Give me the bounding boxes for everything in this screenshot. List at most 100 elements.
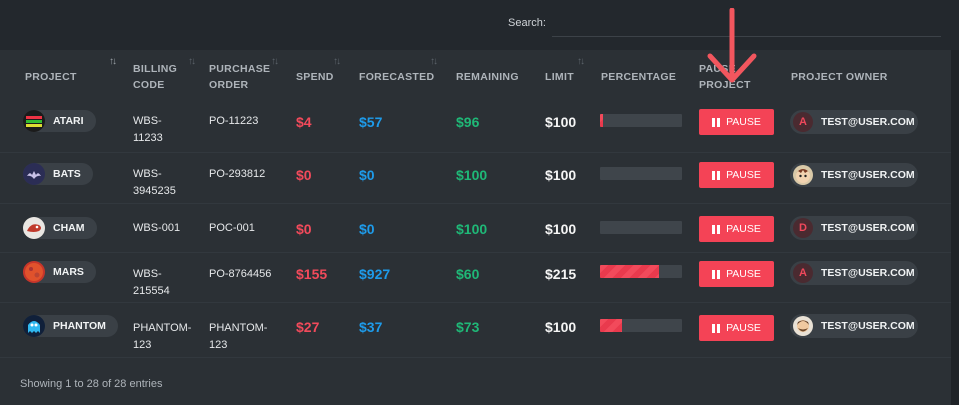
- remaining-value: $60: [456, 266, 480, 282]
- pause-button[interactable]: PAUSE: [699, 162, 774, 188]
- billing-code: WBS-001: [133, 222, 181, 234]
- limit-value: $100: [545, 221, 577, 237]
- col-project[interactable]: PROJECT: [25, 69, 77, 85]
- owner-avatar: D: [793, 218, 813, 238]
- row-divider: [0, 152, 951, 153]
- remaining-value: $73: [456, 319, 480, 335]
- atari-game-icon: [23, 110, 45, 132]
- remaining-value: $96: [456, 114, 480, 130]
- col-purchase-order[interactable]: PURCHASE ORDER: [209, 61, 270, 93]
- billing-code: WBS- 215554: [133, 268, 170, 297]
- owner-email: TEST@USER.COM: [821, 169, 915, 181]
- forecasted-value: $0: [359, 167, 375, 183]
- percentage-fill: [600, 265, 660, 278]
- owner-pill[interactable]: TEST@USER.COM: [790, 163, 918, 187]
- limit-value: $100: [545, 167, 577, 183]
- owner-email: TEST@USER.COM: [821, 116, 915, 128]
- limit-value: $100: [545, 319, 577, 335]
- project-pill[interactable]: ATARI: [23, 110, 96, 132]
- percentage-bar: [600, 221, 682, 234]
- percentage-fill: [600, 319, 623, 332]
- cartoon-face-avatar: [793, 165, 813, 185]
- project-name: MARS: [53, 266, 84, 278]
- col-billing-code[interactable]: BILLING CODE: [133, 61, 177, 93]
- project-name: ATARI: [53, 115, 84, 127]
- owner-email: TEST@USER.COM: [821, 320, 915, 332]
- sort-icon[interactable]: ↑↓: [333, 56, 341, 67]
- search-bar: Search:: [0, 0, 959, 50]
- sort-asc-icon[interactable]: ↑↓: [109, 56, 117, 67]
- sort-icon[interactable]: ↑↓: [271, 56, 279, 67]
- percentage-bar: [600, 265, 682, 278]
- forecasted-value: $927: [359, 266, 391, 282]
- forecasted-value: $0: [359, 221, 375, 237]
- pause-button[interactable]: PAUSE: [699, 261, 774, 287]
- purchase-order: PO-293812: [209, 168, 266, 180]
- col-percentage[interactable]: PERCENTAGE: [601, 69, 676, 85]
- sort-icon[interactable]: ↑↓: [188, 56, 196, 67]
- billing-code: WBS- 11233: [133, 115, 163, 144]
- bat-icon: [23, 163, 45, 185]
- down-arrow-icon: [707, 8, 757, 83]
- ghost-icon: [23, 315, 45, 337]
- col-limit[interactable]: LIMIT: [545, 69, 574, 85]
- project-pill[interactable]: BATS: [23, 163, 93, 185]
- pause-icon: [712, 117, 721, 127]
- spend-value: $0: [296, 221, 312, 237]
- col-project-owner[interactable]: PROJECT OWNER: [791, 69, 888, 85]
- pause-icon: [712, 170, 721, 180]
- limit-value: $215: [545, 266, 577, 282]
- billing-code: PHANTOM- 123: [133, 322, 192, 351]
- scrollbar[interactable]: [951, 50, 959, 405]
- owner-email: TEST@USER.COM: [821, 222, 915, 234]
- row-divider: [0, 252, 951, 253]
- pause-icon: [712, 323, 721, 333]
- owner-pill[interactable]: D TEST@USER.COM: [790, 216, 918, 240]
- pause-icon: [712, 269, 721, 279]
- row-divider: [0, 302, 951, 303]
- row-divider: [0, 203, 951, 204]
- mars-planet-icon: [23, 261, 45, 283]
- percentage-bar: [600, 114, 682, 127]
- percentage-bar: [600, 167, 682, 180]
- sort-icon[interactable]: ↑↓: [577, 56, 585, 67]
- owner-pill[interactable]: TEST@USER.COM: [790, 314, 918, 338]
- search-label: Search:: [508, 17, 546, 29]
- spend-value: $0: [296, 167, 312, 183]
- percentage-fill: [600, 114, 604, 127]
- spend-value: $27: [296, 319, 320, 335]
- col-spend[interactable]: SPEND: [296, 69, 334, 85]
- limit-value: $100: [545, 114, 577, 130]
- billing-code: WBS- 3945235: [133, 168, 176, 197]
- forecasted-value: $37: [359, 319, 383, 335]
- purchase-order: PO-8764456: [209, 268, 272, 280]
- spend-value: $4: [296, 114, 312, 130]
- sort-icon[interactable]: ↑↓: [430, 56, 438, 67]
- pause-button[interactable]: PAUSE: [699, 216, 774, 242]
- forecasted-value: $57: [359, 114, 383, 130]
- pause-button[interactable]: PAUSE: [699, 315, 774, 341]
- spend-value: $155: [296, 266, 328, 282]
- owner-email: TEST@USER.COM: [821, 267, 915, 279]
- owner-pill[interactable]: A TEST@USER.COM: [790, 261, 918, 285]
- project-pill[interactable]: MARS: [23, 261, 96, 283]
- table-info: Showing 1 to 28 of 28 entries: [20, 378, 163, 390]
- project-name: PHANTOM: [53, 320, 106, 332]
- owner-pill[interactable]: A TEST@USER.COM: [790, 110, 918, 134]
- owner-avatar: A: [793, 263, 813, 283]
- project-pill[interactable]: PHANTOM: [23, 315, 118, 337]
- col-remaining[interactable]: REMAINING: [456, 69, 519, 85]
- chameleon-icon: [23, 217, 45, 239]
- project-name: CHAM: [53, 222, 85, 234]
- purchase-order: PHANTOM- 123: [209, 322, 268, 351]
- project-pill[interactable]: CHAM: [23, 217, 97, 239]
- percentage-bar: [600, 319, 682, 332]
- col-forecasted[interactable]: FORECASTED: [359, 69, 434, 85]
- pause-button[interactable]: PAUSE: [699, 109, 774, 135]
- purchase-order: PO-11223: [209, 115, 259, 127]
- owner-avatar: A: [793, 112, 813, 132]
- row-divider: [0, 357, 951, 358]
- purchase-order: POC-001: [209, 222, 255, 234]
- pause-icon: [712, 224, 721, 234]
- remaining-value: $100: [456, 221, 488, 237]
